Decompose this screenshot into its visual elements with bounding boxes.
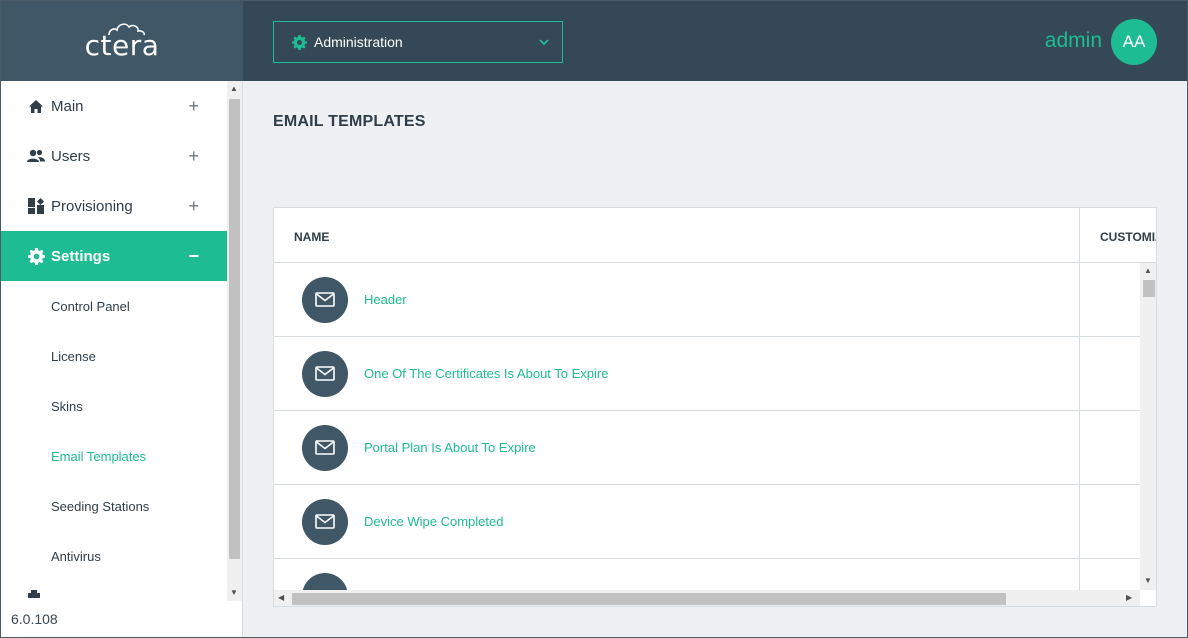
sidebar-item-users[interactable]: Users +: [1, 131, 227, 181]
column-header-name[interactable]: NAME: [294, 230, 329, 244]
table-row[interactable]: Portal Plan Is About To Expire: [274, 411, 1140, 485]
sidebar-nav: Main + Users + Provisioning + Settings −…: [1, 81, 227, 601]
table-row[interactable]: [274, 559, 1140, 590]
user-name[interactable]: admin: [1045, 29, 1102, 53]
sidebar-scrollbar-thumb[interactable]: [229, 99, 240, 559]
scroll-up-icon[interactable]: ▲: [1144, 266, 1152, 275]
scroll-right-icon[interactable]: ▶: [1126, 593, 1132, 602]
chevron-down-icon: [538, 35, 550, 51]
vertical-scrollbar-thumb[interactable]: [1143, 280, 1155, 297]
clipboard-icon: [27, 585, 41, 601]
envelope-icon: [302, 276, 348, 323]
sidebar-item-partial[interactable]: [1, 581, 227, 601]
template-name-link[interactable]: Device Wipe Completed: [364, 514, 503, 529]
scroll-down-icon[interactable]: ▼: [230, 588, 238, 597]
avatar[interactable]: AA: [1111, 19, 1157, 65]
sidebar-item-provisioning[interactable]: Provisioning +: [1, 181, 227, 231]
sidebar-subitem-seeding-stations[interactable]: Seeding Stations: [1, 481, 227, 531]
expand-icon[interactable]: +: [188, 147, 199, 165]
template-name-link[interactable]: One Of The Certificates Is About To Expi…: [364, 366, 608, 381]
envelope-icon: [302, 572, 348, 590]
horizontal-scrollbar-thumb[interactable]: [292, 593, 1006, 605]
cloud-logo-icon: [107, 22, 145, 35]
scroll-down-icon[interactable]: ▼: [1144, 576, 1152, 585]
envelope-icon: [302, 498, 348, 545]
gear-icon: [27, 247, 45, 265]
top-header: Administration admin AA: [243, 1, 1187, 81]
collapse-icon[interactable]: −: [188, 247, 199, 265]
sidebar-subitem-email-templates[interactable]: Email Templates: [1, 431, 227, 481]
email-templates-table: NAME CUSTOMIZ Header One Of The Certific…: [273, 207, 1157, 607]
sidebar-subitem-license[interactable]: License: [1, 331, 227, 381]
sidebar-item-main[interactable]: Main +: [1, 81, 227, 131]
table-horizontal-scrollbar[interactable]: ◀ ▶: [274, 590, 1140, 606]
sidebar-item-settings[interactable]: Settings −: [1, 231, 227, 281]
gear-icon: [292, 34, 307, 50]
version-label: 6.0.108: [11, 611, 58, 627]
scroll-up-icon[interactable]: ▲: [230, 84, 238, 93]
sidebar-item-label: Main: [51, 97, 84, 115]
envelope-icon: [302, 350, 348, 397]
page-title: EMAIL TEMPLATES: [273, 113, 426, 130]
context-select-value: Administration: [314, 34, 403, 50]
table-header: NAME CUSTOMIZ: [274, 208, 1156, 263]
template-name-link[interactable]: Portal Plan Is About To Expire: [364, 440, 536, 455]
ctera-logo[interactable]: ctera: [85, 21, 160, 62]
sidebar-item-label: Settings: [51, 247, 111, 265]
scroll-left-icon[interactable]: ◀: [278, 593, 284, 602]
expand-icon[interactable]: +: [188, 197, 199, 215]
expand-icon[interactable]: +: [188, 97, 199, 115]
column-header-customized[interactable]: CUSTOMIZ: [1100, 230, 1156, 244]
home-icon: [27, 97, 45, 115]
table-vertical-scrollbar[interactable]: ▲ ▼: [1140, 263, 1156, 590]
provisioning-icon: [27, 197, 45, 215]
sidebar-subitem-antivirus[interactable]: Antivirus: [1, 531, 227, 581]
table-row[interactable]: Device Wipe Completed: [274, 485, 1140, 559]
table-body: Header One Of The Certificates Is About …: [274, 263, 1140, 590]
users-icon: [27, 147, 45, 165]
template-name-link[interactable]: Header: [364, 292, 407, 307]
table-row[interactable]: One Of The Certificates Is About To Expi…: [274, 337, 1140, 411]
app-window: ctera Main + Users + Provisioning + Sett…: [0, 0, 1188, 638]
table-row[interactable]: Header: [274, 263, 1140, 337]
sidebar-item-label: Provisioning: [51, 197, 133, 215]
envelope-icon: [302, 424, 348, 471]
sidebar-subitem-skins[interactable]: Skins: [1, 381, 227, 431]
main-content: EMAIL TEMPLATES NAME CUSTOMIZ Header One…: [243, 81, 1187, 637]
sidebar-subitem-control-panel[interactable]: Control Panel: [1, 281, 227, 331]
logo-area: ctera: [1, 1, 243, 81]
context-select[interactable]: Administration: [273, 21, 563, 63]
sidebar-item-label: Users: [51, 147, 91, 165]
sidebar-scrollbar[interactable]: ▲ ▼: [227, 81, 242, 601]
sidebar: ctera Main + Users + Provisioning + Sett…: [1, 1, 243, 637]
